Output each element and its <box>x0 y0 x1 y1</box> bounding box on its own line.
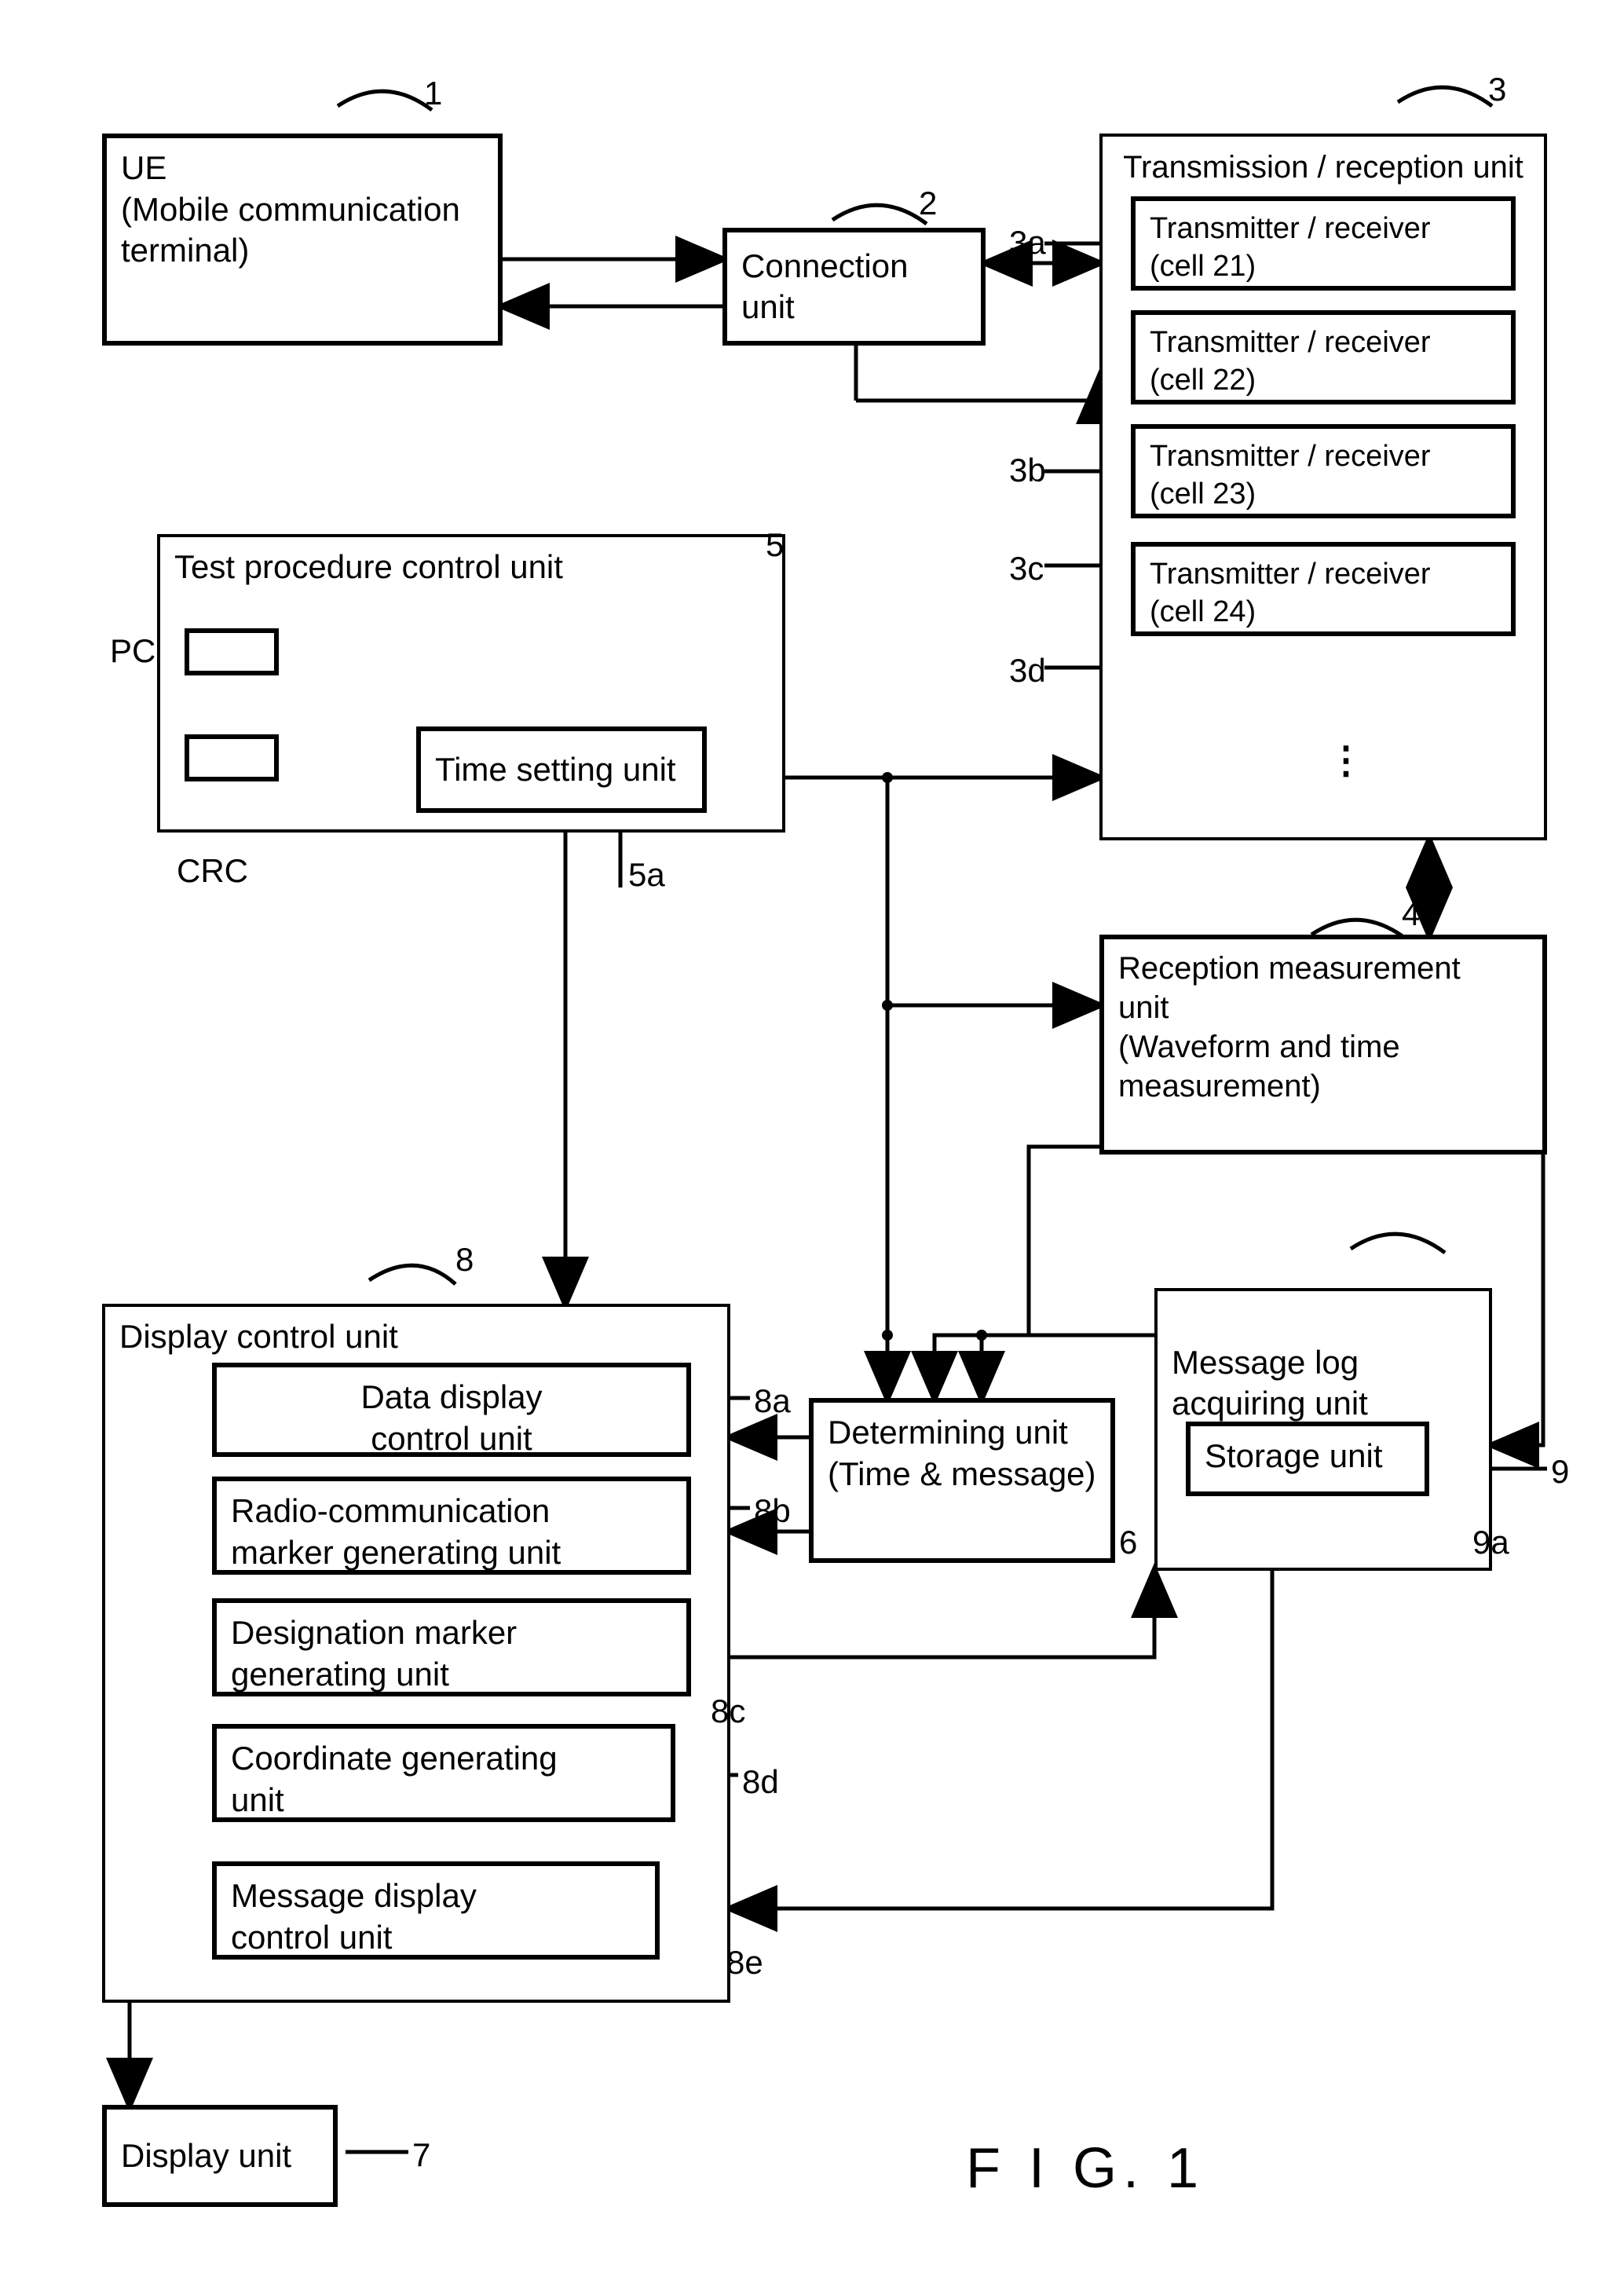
ref-7: 7 <box>412 2136 430 2174</box>
ref-3c: 3c <box>1009 550 1044 587</box>
ref-3: 3 <box>1488 71 1506 108</box>
tpc-title: Test procedure control unit <box>174 547 768 588</box>
ref-9a: 9a <box>1472 1524 1509 1561</box>
diagram-canvas: UE (Mobile communication terminal) 1 Con… <box>0 0 1624 2269</box>
ref-4: 4 <box>1402 895 1420 933</box>
block-coordinate-gen: Coordinate generating unit <box>212 1724 675 1822</box>
block-reception-measurement: Reception measurement unit (Waveform and… <box>1099 935 1547 1155</box>
block-pc <box>185 628 279 675</box>
ref-5: 5 <box>766 526 784 564</box>
ref-8d: 8d <box>742 1763 779 1801</box>
block-time-setting: Time setting unit <box>416 726 707 813</box>
ref-2: 2 <box>919 185 937 222</box>
label-crc: CRC <box>177 852 248 890</box>
ref-9: 9 <box>1551 1453 1569 1491</box>
ellipsis-icon: ⋮ <box>1327 738 1365 782</box>
ref-1: 1 <box>424 75 442 112</box>
block-tx-c: Transmitter / receiver (cell 23) <box>1131 424 1516 518</box>
ref-3b: 3b <box>1009 452 1046 489</box>
block-message-display-control: Message display control unit <box>212 1861 660 1960</box>
block-crc <box>185 734 279 781</box>
block-data-display-control: Data display control unit <box>212 1363 691 1457</box>
tx-unit-title: Transmission / reception unit <box>1117 148 1530 187</box>
block-designation-marker-gen: Designation marker generating unit <box>212 1598 691 1696</box>
block-connection-unit: Connection unit <box>722 228 986 346</box>
ref-3a: 3a <box>1009 224 1046 262</box>
block-ue: UE (Mobile communication terminal) <box>102 134 503 346</box>
ref-8e: 8e <box>726 1944 763 1982</box>
block-display-unit: Display unit <box>102 2105 338 2207</box>
block-tx-d: Transmitter / receiver (cell 24) <box>1131 542 1516 636</box>
block-tx-b: Transmitter / receiver (cell 22) <box>1131 310 1516 404</box>
ref-8a: 8a <box>754 1382 791 1420</box>
block-storage-unit: Storage unit <box>1186 1422 1429 1496</box>
dcu-title: Display control unit <box>119 1316 713 1358</box>
mlog-title: Message log acquiring unit <box>1172 1342 1475 1425</box>
ref-8b: 8b <box>754 1492 791 1530</box>
block-tx-a: Transmitter / receiver (cell 21) <box>1131 196 1516 291</box>
ref-3d: 3d <box>1009 652 1046 690</box>
figure-label: F I G. 1 <box>966 2136 1205 2201</box>
block-determining-unit: Determining unit (Time & message) <box>809 1398 1115 1563</box>
ref-6: 6 <box>1119 1524 1137 1561</box>
block-radio-marker-gen: Radio-communication marker generating un… <box>212 1477 691 1575</box>
ref-8: 8 <box>455 1241 474 1279</box>
label-pc: PC <box>110 632 155 670</box>
ref-8c: 8c <box>711 1693 745 1730</box>
ref-5a: 5a <box>628 856 665 894</box>
